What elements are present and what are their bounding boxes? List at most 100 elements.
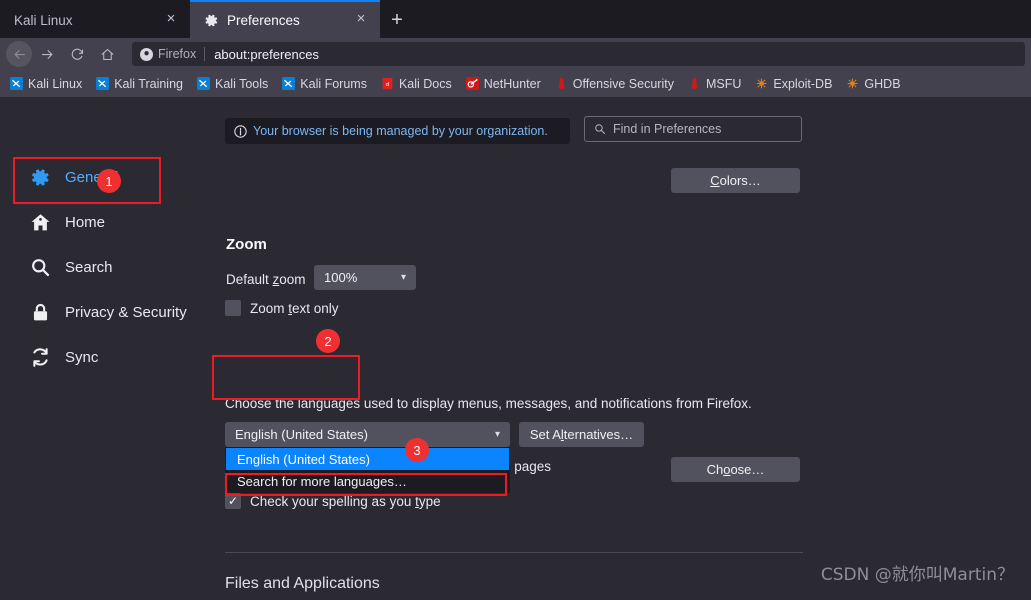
preferences-content: Your browser is being managed by your or…: [222, 97, 1031, 600]
forward-arrow-icon: [41, 49, 52, 59]
close-icon[interactable]: ×: [352, 11, 370, 29]
managed-notice-text: Your browser is being managed by your or…: [253, 124, 548, 138]
bookmark-label: Exploit-DB: [773, 76, 833, 91]
spellcheck-label-pre: Check your spelling as you: [250, 493, 416, 509]
exploit-db-icon: [757, 78, 767, 89]
managed-by-organization-notice: Your browser is being managed by your or…: [225, 118, 570, 144]
navigation-toolbar: ● Firefox about:preferences: [0, 38, 1031, 70]
home-icon: [31, 213, 50, 230]
bookmark-kali-docs[interactable]: d Kali Docs: [375, 75, 458, 93]
colors-button[interactable]: Colors…: [671, 168, 800, 193]
spellcheck-checkbox-row[interactable]: ✓ Check your spelling as you type: [225, 493, 441, 509]
bookmark-msfu[interactable]: MSFU: [682, 75, 747, 93]
sidebar-item-label: Sync: [65, 348, 99, 366]
bookmark-kali-tools[interactable]: Kali Tools: [191, 75, 274, 93]
firefox-logo-icon: ●: [140, 47, 153, 61]
bookmark-label: Kali Linux: [28, 76, 83, 91]
choose-button[interactable]: Ch o ose…: [671, 457, 800, 482]
language-option-english-united-states[interactable]: English (United States): [226, 448, 509, 470]
reload-button[interactable]: [62, 41, 92, 67]
find-in-preferences-input[interactable]: Find in Preferences: [584, 116, 802, 142]
zoom-text-only-checkbox[interactable]: [225, 300, 241, 316]
choose-button-pre: Ch: [706, 462, 724, 477]
url-bar[interactable]: ● Firefox about:preferences: [132, 42, 1025, 66]
set-alternatives-post: ternatives…: [563, 427, 634, 442]
bookmark-exploit-db[interactable]: Exploit-DB: [749, 75, 838, 93]
spellcheck-checkbox[interactable]: ✓: [225, 493, 241, 509]
close-icon[interactable]: ×: [162, 11, 180, 29]
zoom-text-only-label: Zoom text only: [250, 301, 339, 316]
bookmark-label: Kali Tools: [215, 76, 269, 91]
spellcheck-label-post: ype: [418, 493, 441, 509]
choose-button-post: ose…: [730, 462, 765, 477]
kali-docs-icon: d: [382, 77, 393, 90]
svg-text:d: d: [386, 82, 389, 88]
sidebar-item-label: Home: [65, 213, 106, 231]
sidebar-item-search[interactable]: Search: [0, 247, 222, 287]
forward-button[interactable]: [32, 41, 62, 67]
tab-kali-linux[interactable]: Kali Linux ×: [0, 2, 190, 38]
kali-dragon-icon: [197, 77, 210, 90]
zoom-text-only-label-post: ext only: [292, 300, 339, 316]
zoom-text-only-checkbox-row[interactable]: Zoom text only: [225, 300, 339, 316]
set-alternatives-pre: Set A: [529, 427, 561, 442]
find-placeholder-text: Find in Preferences: [613, 122, 722, 136]
sync-icon: [33, 347, 48, 367]
preferred-language-pages-text: g pages: [503, 459, 552, 474]
home-button[interactable]: [92, 41, 122, 67]
bookmarks-toolbar: Kali Linux Kali Training Kali Tools Kali…: [0, 70, 1031, 97]
bookmark-label: GHDB: [864, 76, 901, 91]
tab-label: Kali Linux: [14, 12, 73, 28]
annotation-badge-3: 3: [405, 438, 429, 462]
bookmark-label: NetHunter: [483, 76, 541, 91]
lock-icon: [33, 303, 48, 320]
bookmark-label: Kali Docs: [398, 76, 452, 91]
identity-box: ● Firefox: [140, 47, 206, 61]
tab-strip: Kali Linux × Preferences × +: [0, 0, 1031, 38]
default-zoom-value: 100%: [324, 270, 358, 285]
sidebar-item-label: Privacy & Security: [65, 303, 187, 321]
bookmark-kali-linux[interactable]: Kali Linux: [4, 75, 88, 93]
bookmark-label: Offensive Security: [572, 76, 674, 91]
sidebar-item-privacy-security[interactable]: Privacy & Security: [0, 292, 222, 332]
language-selected-value: English (United States): [235, 427, 368, 442]
default-zoom-label: Default zoom: [226, 272, 306, 287]
default-zoom-label-pre: Default: [226, 272, 273, 287]
sidebar-item-home[interactable]: Home: [0, 202, 222, 242]
bookmark-kali-training[interactable]: Kali Training: [90, 75, 189, 93]
watermark: CSDN @就你叫Martin？: [820, 565, 1014, 585]
bookmark-kali-forums[interactable]: Kali Forums: [276, 75, 373, 93]
bookmark-offensive-security[interactable]: Offensive Security: [549, 75, 680, 93]
bookmark-nethunter[interactable]: NetHunter: [460, 75, 547, 93]
back-arrow-icon: [14, 49, 25, 59]
zoom-text-only-label-pre: Zoom: [250, 300, 289, 316]
back-button[interactable]: [6, 41, 32, 67]
section-divider: [225, 552, 803, 553]
default-zoom-select[interactable]: 100% ▾: [314, 265, 416, 290]
new-tab-button[interactable]: +: [380, 2, 414, 38]
kali-dragon-icon: [96, 77, 110, 90]
files-and-applications-heading: Files and Applications: [225, 575, 380, 592]
bookmark-label: MSFU: [705, 76, 742, 91]
offsec-icon: [558, 77, 565, 90]
bookmark-label: Kali Training: [114, 76, 183, 91]
sidebar-item-sync[interactable]: Sync: [0, 337, 222, 377]
tab-preferences[interactable]: Preferences ×: [190, 0, 380, 38]
gear-icon: [205, 14, 218, 26]
zoom-section-heading: Zoom: [226, 236, 267, 253]
choose-button-accesskey: o: [723, 462, 731, 477]
kali-dragon-icon: [10, 77, 23, 90]
url-text[interactable]: about:preferences: [214, 47, 319, 62]
colors-button-label: olors…: [719, 173, 761, 188]
bookmark-ghdb[interactable]: GHDB: [840, 75, 906, 93]
language-dropdown-popup[interactable]: English (United States) Search for more …: [225, 447, 510, 493]
tab-label: Preferences: [227, 12, 300, 28]
kali-dragon-icon: [282, 77, 296, 90]
spellcheck-label: Check your spelling as you type: [250, 494, 441, 509]
info-icon: [234, 124, 247, 138]
nethunter-icon: [465, 77, 479, 90]
gear-icon: [32, 168, 49, 186]
language-select[interactable]: English (United States) ▾: [225, 422, 510, 447]
set-alternatives-button[interactable]: Set Al ternatives…: [519, 422, 644, 447]
language-option-search-for-more[interactable]: Search for more languages…: [226, 470, 509, 492]
